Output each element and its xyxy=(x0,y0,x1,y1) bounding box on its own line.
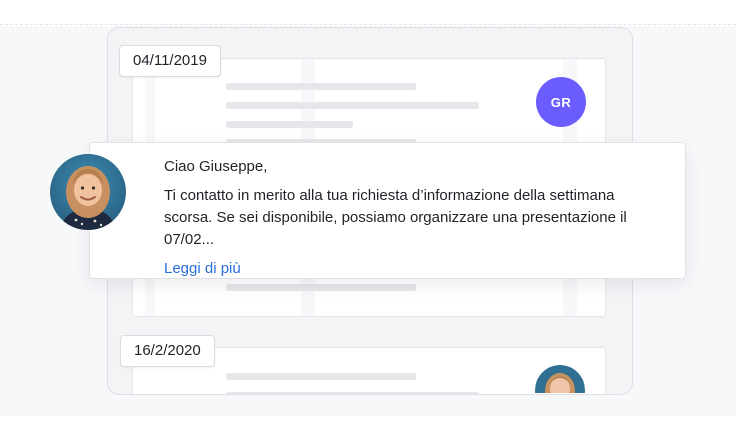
sender-avatar-photo xyxy=(50,154,126,230)
date-badge-first: 04/11/2019 xyxy=(119,45,221,77)
message-preview-popup[interactable]: Ciao Giuseppe, Ti contatto in merito all… xyxy=(89,142,686,279)
placeholder-line xyxy=(226,373,416,380)
placeholder-line xyxy=(226,121,353,128)
placeholder-line xyxy=(226,102,479,109)
message-body: Ti contatto in merito alla tua richiesta… xyxy=(164,187,627,248)
woman-portrait-icon xyxy=(50,154,126,230)
placeholder-line xyxy=(226,284,416,291)
top-divider xyxy=(0,24,736,25)
date-badge-second: 16/2/2020 xyxy=(120,335,215,367)
placeholder-line xyxy=(226,83,416,90)
sender-initials-avatar: GR xyxy=(536,77,586,127)
read-more-link[interactable]: Leggi di più xyxy=(164,260,241,277)
placeholder-line xyxy=(226,392,479,394)
message-greeting: Ciao Giuseppe, xyxy=(164,158,268,175)
